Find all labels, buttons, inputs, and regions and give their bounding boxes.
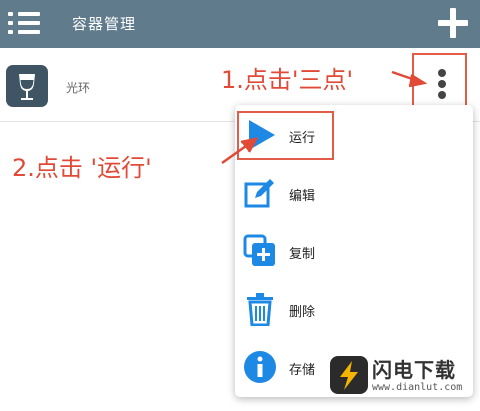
arrow-to-more-icon — [391, 70, 428, 88]
watermark-url: www.dianlut.com — [372, 382, 463, 393]
watermark-brand: 闪电下载 — [372, 358, 456, 382]
lightning-bolt-icon — [330, 356, 368, 394]
watermark: 闪电下载 www.dianlut.com — [330, 352, 480, 404]
screen: 容器管理 光环 运行 编辑 复制 删除 存储 1.点击'三点' 2.点击 '运行… — [0, 0, 480, 411]
arrow-to-run-icon — [221, 137, 259, 165]
annotation-arrows — [221, 70, 428, 165]
